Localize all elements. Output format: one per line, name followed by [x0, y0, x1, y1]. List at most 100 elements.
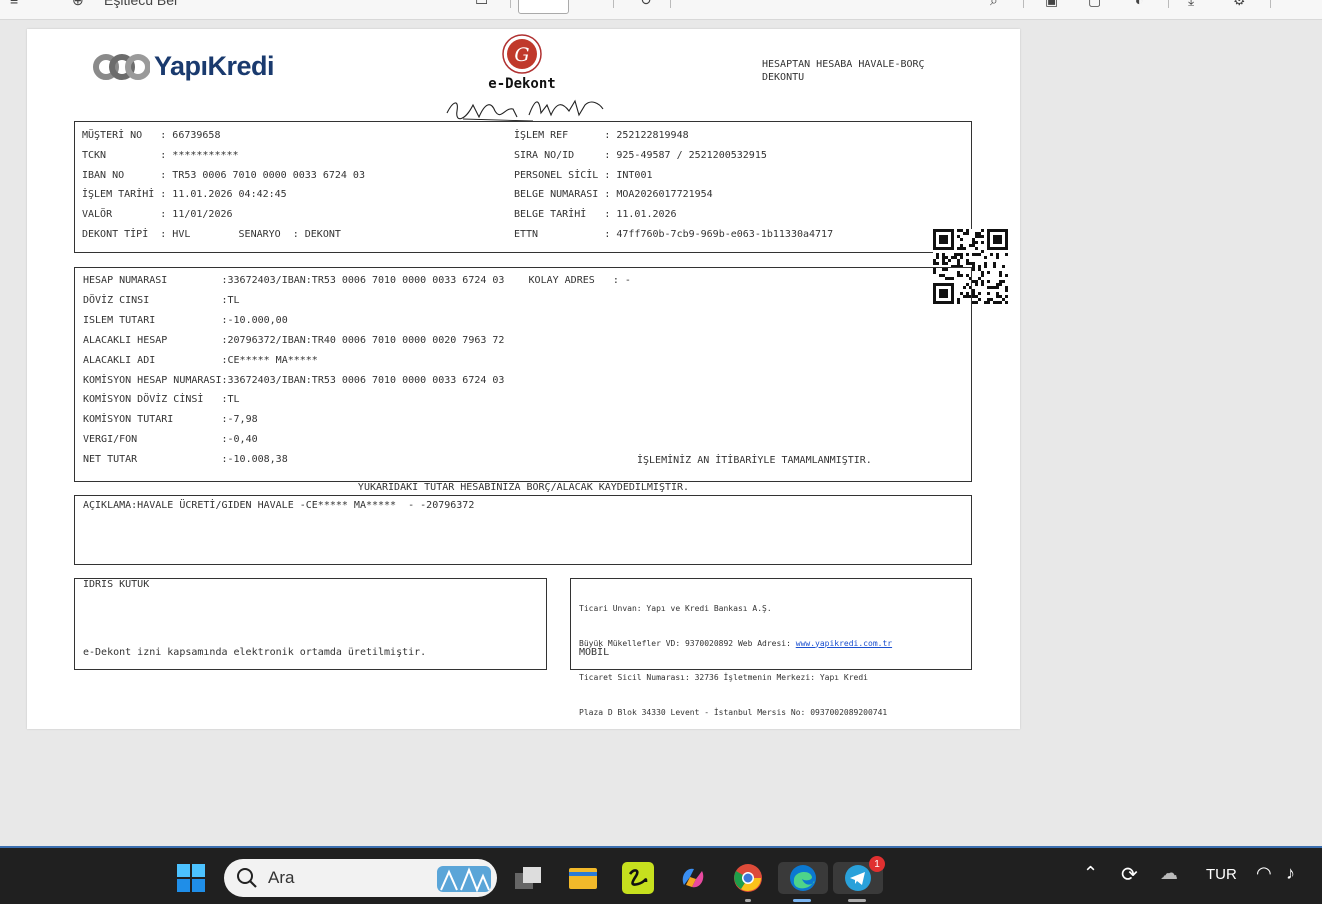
menu-icon[interactable]: ≡ [10, 0, 18, 8]
detail-row: NET TUTAR :-10.008,38 [83, 454, 288, 465]
detail-row: VERGI/FON :-0,40 [83, 434, 258, 445]
detail-value: :20796372/IBAN:TR40 0006 7010 0000 0020 … [221, 334, 505, 346]
info-right-row: PERSONEL SİCİL : INT001 [514, 170, 652, 181]
file-icon[interactable]: ⊕ [72, 0, 84, 9]
settings-icon[interactable]: ⚙ [1233, 0, 1246, 9]
info-left-row: VALÖR : 11/01/2026 [82, 209, 233, 220]
chrome-icon[interactable] [732, 862, 764, 894]
tax-line: Büyük Mükellefler VD: 9370020892 Web Adr… [579, 638, 892, 650]
download-icon[interactable]: ⤓ [1188, 0, 1194, 9]
edekont-page: YapıKredi G e-Dekont HESAPTAN HESABA HAV… [27, 29, 1020, 729]
detail-value: :33672403/IBAN:TR53 0006 7010 0000 0033 … [221, 374, 505, 386]
detail-label: KOMİSYON TUTARI [83, 414, 222, 426]
sync-icon[interactable]: ⟳ [1121, 862, 1138, 887]
detail-row: KOMİSYON TUTARI :-7,98 [83, 414, 258, 425]
info-left-value: : TR53 0006 7010 0000 0033 6724 03 [154, 169, 365, 181]
info-left-value: : 11.01.2026 04:42:45 [154, 189, 287, 201]
fit-icon[interactable]: ▭ [475, 0, 488, 9]
detail-value: :-10.000,00 [221, 314, 288, 326]
info-right-label: BELGE TARİHİ [514, 209, 599, 221]
description-text: AÇIKLAMA:HAVALE ÜCRETİ/GIDEN HAVALE -CE*… [83, 500, 475, 511]
detail-value: :33672403/IBAN:TR53 0006 7010 0000 0033 … [221, 275, 631, 286]
taskbar-search-box[interactable]: Ara [224, 859, 497, 897]
bank-info-lines: Ticari Unvan: Yapı ve Kredi Bankası A.Ş.… [579, 580, 892, 741]
customer-footer-box: İDRİS KÜTÜK e-Dekont izni kapsamında ele… [74, 578, 547, 670]
bank-logo: YapıKredi [92, 51, 275, 82]
detail-value: :-10.008,38 [221, 454, 288, 466]
info-right-value: : 925-49587 / 2521200532915 [598, 149, 767, 161]
search-highlight-icon [437, 866, 491, 893]
app-icon-green[interactable] [622, 862, 654, 894]
search-icon [237, 868, 257, 888]
language-indicator[interactable]: TUR [1206, 866, 1237, 883]
info-left-row: IBAN NO : TR53 0006 7010 0000 0033 6724 … [82, 170, 365, 181]
bank-info-box: Ticari Unvan: Yapı ve Kredi Bankası A.Ş.… [570, 578, 972, 717]
detail-row: ISLEM TUTARI :-10.000,00 [83, 315, 288, 326]
share-icon[interactable]: ◐ [1135, 0, 1143, 8]
channel-label: MOBİL [579, 647, 610, 658]
bank-logo-icon [93, 53, 150, 80]
info-right-value: : 252122819948 [598, 130, 689, 141]
detail-row: ALACAKLI ADI :CE***** MA***** [83, 355, 318, 366]
file-explorer-icon[interactable] [567, 862, 599, 894]
detail-row: KOMİSYON HESAP NUMARASI:33672403/IBAN:TR… [83, 375, 504, 386]
telegram-badge: 1 [869, 856, 885, 872]
tax-text: Büyük Mükellefler VD: 9370020892 Web Adr… [579, 638, 796, 648]
info-right-row: ETTN : 47ff760b-7cb9-969b-e063-1b11330a4… [514, 229, 833, 240]
svg-text:G: G [514, 44, 529, 66]
info-left-value: : *********** [154, 149, 239, 161]
save-icon[interactable]: ▢ [1088, 0, 1101, 9]
page-number-input[interactable] [518, 0, 569, 14]
website-link[interactable]: www.yapikredi.com.tr [796, 639, 892, 648]
detail-row: ALACAKLI HESAP :20796372/IBAN:TR40 0006 … [83, 335, 504, 346]
detail-value: :-0,40 [221, 434, 258, 446]
viewer-toolbar: ≡ ⊕ Eşitlecü Bel ▭ ↻ ⌕ ▣ ▢ ◐ ⤓ ⚙ [0, 0, 1322, 20]
task-view-icon[interactable] [512, 862, 544, 894]
telegram-icon[interactable]: 1 [833, 856, 885, 894]
file-name: Eşitlecü Bel [104, 0, 178, 8]
detail-row: DÖVİZ CINSI :TL [83, 295, 240, 306]
start-button[interactable] [175, 862, 207, 894]
print-icon[interactable]: ▣ [1045, 0, 1058, 9]
info-left-value: : HVL SENARYO : DEKONT [154, 229, 341, 240]
info-left-row: DEKONT TİPİ : HVL SENARYO : DEKONT [82, 229, 341, 240]
info-right-label: ETTN [514, 229, 599, 240]
detail-value: :CE***** MA***** [221, 354, 318, 366]
detail-label: ALACAKLI HESAP [83, 334, 222, 346]
show-hidden-icons-icon[interactable]: ⌃ [1083, 863, 1098, 884]
detail-label: DÖVİZ CINSI [83, 294, 222, 306]
edekont-seal-icon: G [502, 34, 542, 74]
transaction-info-box: MÜŞTERİ NO : 66739658 TCKN : *********** I… [74, 121, 1008, 304]
info-left-label: VALÖR [82, 209, 155, 221]
detail-value: :TL [221, 294, 240, 306]
bank-name: YapıKredi [154, 51, 275, 81]
copilot-icon[interactable] [677, 862, 709, 894]
info-right-row: BELGE TARİHİ : 11.01.2026 [514, 209, 677, 220]
edge-icon[interactable] [778, 862, 828, 894]
customer-name: İDRİS KÜTÜK [83, 579, 150, 590]
info-left-row: İŞLEM TARİHİ : 11.01.2026 04:42:45 [82, 189, 287, 200]
info-right-row: İŞLEM REF : 252122819948 [514, 130, 689, 141]
windows-logo-icon [177, 864, 205, 892]
registry-line: Ticaret Sicil Numarası: 32736 İşletmenin… [579, 673, 868, 682]
info-right-row: BELGE NUMARASI : MOA2026017721954 [514, 189, 713, 200]
signature-image [446, 99, 604, 122]
detail-label: ALACAKLI ADI [83, 354, 222, 366]
detail-row: KOMİSYON DÖVİZ CİNSİ :TL [83, 394, 240, 405]
info-right-label: PERSONEL SİCİL [514, 169, 599, 181]
transfer-details-box: HESAP NUMARASI :33672403/IBAN:TR53 0006 … [74, 267, 972, 482]
info-right-label: BELGE NUMARASI [514, 189, 599, 201]
info-left-value: : 11/01/2026 [154, 209, 233, 221]
cloud-offline-icon[interactable]: ☁ [1160, 863, 1178, 884]
booking-note: YUKARIDAKİ TUTAR HESABINIZA BORÇ/ALACAK … [357, 482, 690, 493]
info-left-label: DEKONT TİPİ [82, 229, 155, 240]
rotate-icon[interactable]: ↻ [640, 0, 652, 9]
volume-icon[interactable]: ♪ [1286, 863, 1295, 884]
info-right-value: : INT001 [598, 169, 653, 181]
wifi-icon[interactable]: ◠ [1256, 863, 1272, 884]
document-type: HESAPTAN HESABA HAVALE-BORÇ DEKONTU [762, 59, 925, 83]
search-icon-toolbar[interactable]: ⌕ [990, 0, 998, 9]
info-right-label: İŞLEM REF [514, 130, 599, 141]
info-left-value: : 66739658 [154, 130, 221, 141]
taskbar: Ara 1 ⌃ ⟳ ☁ TUR ◠ ♪ [0, 846, 1322, 904]
